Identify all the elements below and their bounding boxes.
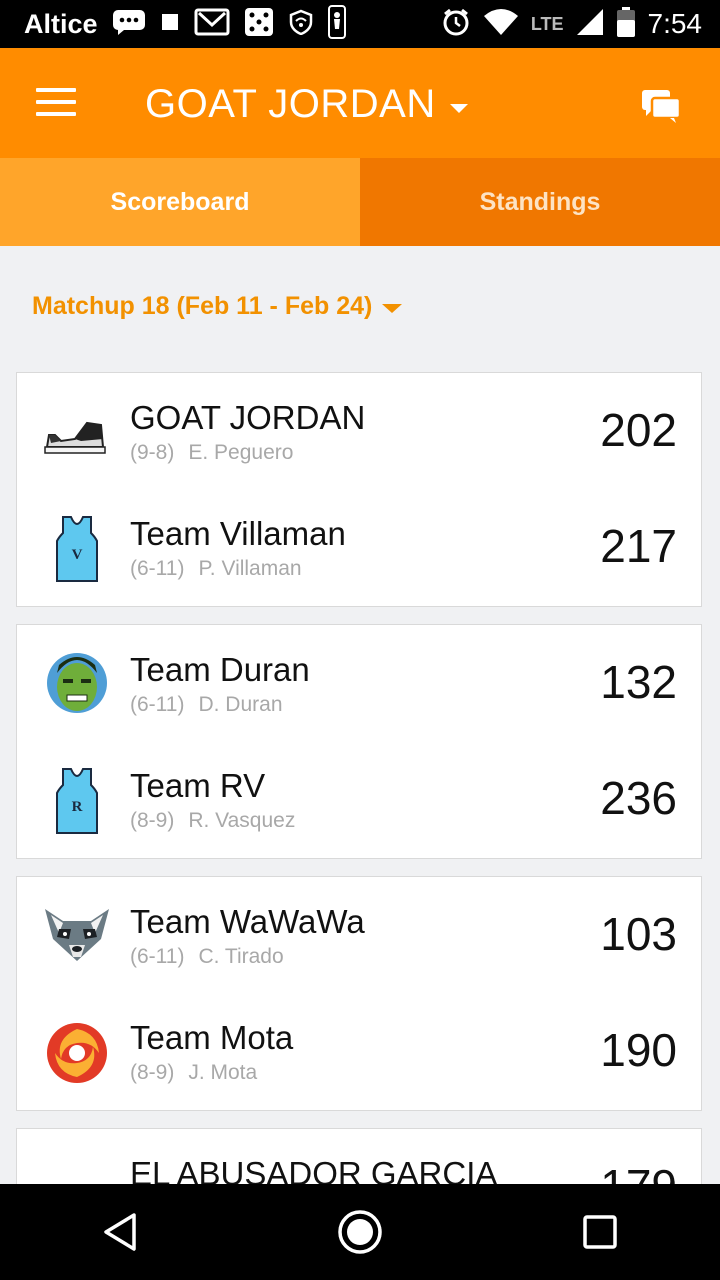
team-details: (6-11) P. Villaman xyxy=(130,557,302,581)
team-score: 103 xyxy=(600,908,677,960)
tab-bar: Scoreboard Standings xyxy=(0,158,720,246)
battery-icon xyxy=(616,6,636,43)
fire-swirl-icon xyxy=(41,1015,113,1087)
chat-icon[interactable] xyxy=(640,88,682,124)
league-title-dropdown[interactable]: GOAT JORDAN xyxy=(145,82,468,127)
caret-down-icon xyxy=(382,303,403,313)
tab-scoreboard[interactable]: Scoreboard xyxy=(0,158,360,246)
team-score: 236 xyxy=(600,772,677,824)
team-row[interactable]: GOAT JORDAN (9-8) E. Peguero 202 xyxy=(17,373,703,489)
network-type-label: LTE xyxy=(530,13,564,34)
team-details: (9-8) E. Peguero xyxy=(130,441,293,465)
team-score: 190 xyxy=(600,1024,677,1076)
dice-icon xyxy=(244,7,274,42)
matchup-card[interactable]: Team WaWaWa (6-11) C. Tirado 103 Team Mot… xyxy=(16,876,702,1111)
hamburger-menu-icon[interactable] xyxy=(36,88,76,118)
team-row[interactable]: R Team RV (8-9) R. Vasquez 236 xyxy=(17,741,703,857)
vpn-icon xyxy=(288,9,314,40)
app-bar: GOAT JORDAN xyxy=(0,48,720,158)
alarm-icon xyxy=(441,7,471,42)
team-record: (6-11) xyxy=(130,557,185,580)
team-details: (6-11) D. Duran xyxy=(130,693,283,717)
team-owner: D. Duran xyxy=(198,693,283,716)
svg-text:R: R xyxy=(72,799,83,815)
wifi-icon xyxy=(483,8,519,41)
team-owner: J. Mota xyxy=(188,1061,258,1084)
team-record: (8-9) xyxy=(130,1061,175,1084)
jersey-v-icon: V xyxy=(41,511,113,583)
gmail-icon xyxy=(194,8,230,41)
team-details: (8-9) J. Mota xyxy=(130,1061,257,1085)
team-row[interactable]: Team Duran (6-11) D. Duran 132 xyxy=(17,625,703,741)
team-owner: C. Tirado xyxy=(198,945,284,968)
svg-text:V: V xyxy=(72,547,83,563)
team-details: (8-9) R. Vasquez xyxy=(130,809,295,833)
back-icon[interactable] xyxy=(88,1200,152,1264)
matchup-label: Matchup 18 (Feb 11 - Feb 24) xyxy=(32,292,373,320)
hulk-avatar-icon xyxy=(41,647,113,719)
caret-down-icon xyxy=(449,104,468,113)
jersey-r-icon: R xyxy=(41,763,113,835)
team-details: (6-11) C. Tirado xyxy=(130,945,284,969)
team-name: Team Mota xyxy=(130,1019,294,1056)
message-icon xyxy=(112,9,146,40)
nba-icon xyxy=(327,4,346,44)
home-icon[interactable] xyxy=(328,1200,392,1264)
team-name: Team Duran xyxy=(130,651,310,688)
carrier-label: Altice xyxy=(24,8,98,39)
team-row[interactable]: V Team Villaman (6-11) P. Villaman 217 xyxy=(17,489,703,605)
matchup-selector[interactable]: Matchup 18 (Feb 11 - Feb 24) xyxy=(32,292,403,321)
team-record: (8-9) xyxy=(130,809,175,832)
matchup-card[interactable]: GOAT JORDAN (9-8) E. Peguero 202 V Team V… xyxy=(16,372,702,607)
team-owner: P. Villaman xyxy=(198,557,302,580)
team-record: (6-11) xyxy=(130,693,185,716)
team-name: Team WaWaWa xyxy=(130,903,365,940)
team-score: 132 xyxy=(600,656,677,708)
team-owner: E. Peguero xyxy=(188,441,294,464)
raccoon-icon xyxy=(41,899,113,971)
team-score: 217 xyxy=(600,520,677,572)
team-row[interactable]: Team Mota (8-9) J. Mota 190 xyxy=(17,993,703,1109)
matchup-card[interactable]: Team Duran (6-11) D. Duran 132 R Team RV … xyxy=(16,624,702,859)
team-name: GOAT JORDAN xyxy=(130,399,366,436)
team-owner: R. Vasquez xyxy=(188,809,296,832)
system-nav-bar xyxy=(0,1184,720,1280)
signal-icon xyxy=(576,8,604,41)
team-record: (9-8) xyxy=(130,441,175,464)
team-row[interactable]: Team WaWaWa (6-11) C. Tirado 103 xyxy=(17,877,703,993)
team-name: Team RV xyxy=(130,767,266,804)
team-name: Team Villaman xyxy=(130,515,346,552)
clock: 7:54 xyxy=(647,8,703,39)
team-record: (6-11) xyxy=(130,945,185,968)
league-title: GOAT JORDAN xyxy=(145,82,436,126)
square-icon xyxy=(160,12,180,37)
status-bar: Altice LTE 7:54 xyxy=(0,0,720,48)
team-score: 202 xyxy=(600,404,677,456)
sneaker-icon xyxy=(41,395,113,467)
tab-standings[interactable]: Standings xyxy=(360,158,720,246)
recents-icon[interactable] xyxy=(568,1200,632,1264)
